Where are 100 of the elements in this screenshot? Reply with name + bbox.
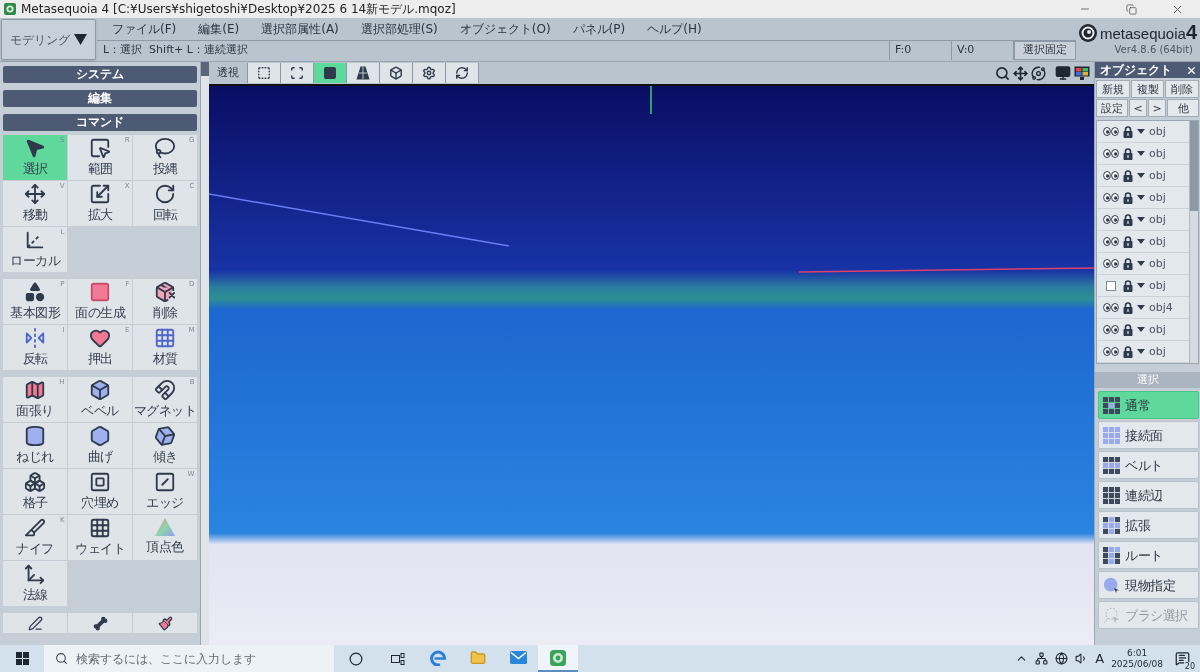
eyes-icon[interactable]: [1103, 303, 1119, 312]
menu-item[interactable]: 選択部属性(A): [252, 21, 348, 37]
selection-mode-button[interactable]: ルート: [1098, 541, 1199, 569]
caret-icon[interactable]: [1137, 327, 1145, 332]
command-tool-button[interactable]: 傾き: [133, 423, 197, 468]
object-name[interactable]: obj: [1149, 147, 1166, 160]
caret-icon[interactable]: [1137, 305, 1145, 310]
command-tool-button[interactable]: 頂点色: [133, 515, 197, 560]
command-tool-button[interactable]: ねじれ: [3, 423, 67, 468]
lock-icon[interactable]: [1123, 345, 1133, 358]
lock-icon[interactable]: [1123, 323, 1133, 336]
mode-dropdown[interactable]: モデリング: [1, 19, 96, 60]
object-name[interactable]: obj: [1149, 213, 1166, 226]
selection-mode-button[interactable]: 拡張: [1098, 511, 1199, 539]
scrollbar-thumb[interactable]: [201, 62, 209, 76]
object-name[interactable]: obj: [1149, 257, 1166, 270]
taskbar-app-button[interactable]: [538, 645, 578, 672]
close-icon[interactable]: [1186, 64, 1197, 76]
lock-icon[interactable]: [1123, 301, 1133, 314]
eyes-icon[interactable]: [1103, 237, 1119, 246]
color-monitor-icon[interactable]: [1074, 66, 1090, 80]
caret-icon[interactable]: [1137, 217, 1145, 222]
lock-icon[interactable]: [1123, 125, 1133, 138]
clock-time[interactable]: 6:01: [1126, 647, 1148, 659]
eyes-icon[interactable]: [1103, 171, 1119, 180]
task-view-icon[interactable]: [391, 652, 405, 665]
section-header[interactable]: システム: [3, 66, 197, 83]
eyes-icon[interactable]: [1103, 215, 1119, 224]
command-tool-button[interactable]: ベベル: [68, 377, 132, 422]
eyes-icon[interactable]: [1103, 193, 1119, 202]
network-icon[interactable]: [1035, 652, 1049, 665]
orbit-icon[interactable]: [1031, 65, 1046, 81]
selection-mode-button[interactable]: 連続辺: [1098, 481, 1199, 509]
view-mode-button[interactable]: [413, 63, 446, 83]
input-mode-indicator[interactable]: A: [1095, 651, 1105, 666]
menu-item[interactable]: ヘルプ(H): [638, 21, 711, 37]
move-arrows-icon[interactable]: [1013, 65, 1028, 81]
clock-date[interactable]: 2025/06/08: [1111, 658, 1163, 670]
circle-icon[interactable]: [349, 651, 363, 666]
object-name[interactable]: obj: [1149, 125, 1166, 138]
viewport-render-placeholder[interactable]: [209, 84, 1094, 645]
command-tool-button[interactable]: ウェイト: [68, 515, 132, 560]
checkbox-icon[interactable]: [1106, 280, 1116, 291]
object-action-button[interactable]: 新規: [1096, 80, 1130, 98]
lock-icon[interactable]: [1123, 147, 1133, 160]
monitor-icon[interactable]: [1055, 65, 1071, 81]
windows-logo-icon[interactable]: [15, 652, 29, 665]
command-tool-button[interactable]: [133, 613, 197, 633]
restore-icon[interactable]: [1125, 3, 1137, 15]
object-action-button[interactable]: 複製: [1130, 80, 1165, 98]
caret-icon[interactable]: [1137, 129, 1145, 134]
search-field[interactable]: 検索するには、ここに入力します: [44, 645, 334, 672]
caret-icon[interactable]: [1137, 195, 1145, 200]
selection-mode-button[interactable]: 通常: [1098, 391, 1199, 419]
eyes-icon[interactable]: [1103, 347, 1119, 356]
lock-icon[interactable]: [1123, 279, 1133, 292]
section-header[interactable]: 編集: [3, 90, 197, 107]
object-action-button[interactable]: 設定: [1096, 99, 1128, 117]
view-mode-button[interactable]: [248, 63, 281, 83]
command-tool-button[interactable]: 曲げ: [68, 423, 132, 468]
object-action-button[interactable]: >: [1148, 99, 1166, 117]
object-name[interactable]: obj4: [1149, 301, 1173, 314]
caret-icon[interactable]: [1137, 349, 1145, 354]
selection-mode-button[interactable]: 接続面: [1098, 421, 1199, 449]
view-mode-button[interactable]: [446, 63, 479, 83]
command-tool-button[interactable]: 法線: [3, 561, 67, 606]
caret-icon[interactable]: [1137, 173, 1145, 178]
command-tool-button[interactable]: [3, 613, 67, 633]
lock-icon[interactable]: [1123, 191, 1133, 204]
view-mode-button[interactable]: [347, 63, 380, 83]
object-action-button[interactable]: <: [1129, 99, 1147, 117]
menu-item[interactable]: 選択部処理(S): [351, 21, 447, 37]
menu-item[interactable]: オブジェクト(O): [450, 21, 560, 37]
perspective-toggle[interactable]: 透視: [209, 63, 247, 83]
section-header[interactable]: コマンド: [3, 114, 197, 131]
object-action-button[interactable]: 削除: [1165, 80, 1199, 98]
command-tool-button[interactable]: 格子: [3, 469, 67, 514]
object-name[interactable]: obj: [1149, 345, 1166, 358]
object-name[interactable]: obj: [1149, 323, 1166, 336]
caret-icon[interactable]: [1137, 261, 1145, 266]
lock-icon[interactable]: [1123, 213, 1133, 226]
object-name[interactable]: obj: [1149, 235, 1166, 248]
lock-icon[interactable]: [1123, 169, 1133, 182]
selection-mode-button[interactable]: ベルト: [1098, 451, 1199, 479]
view-mode-button[interactable]: [380, 63, 413, 83]
view-mode-button[interactable]: [281, 63, 314, 83]
command-tool-button[interactable]: 穴埋め: [68, 469, 132, 514]
menu-item[interactable]: ファイル(F): [103, 21, 186, 37]
selection-mode-button[interactable]: 現物指定: [1098, 571, 1199, 599]
lock-icon[interactable]: [1123, 257, 1133, 270]
globe-icon[interactable]: [1055, 652, 1069, 665]
eyes-icon[interactable]: [1103, 149, 1119, 158]
object-name[interactable]: obj: [1149, 279, 1166, 292]
caret-icon[interactable]: [1137, 283, 1145, 288]
scrollbar-track[interactable]: [200, 62, 209, 645]
magnifier-icon[interactable]: [995, 65, 1010, 81]
view-mode-button[interactable]: [314, 63, 347, 83]
menu-item[interactable]: パネル(P): [563, 21, 635, 37]
lock-icon[interactable]: [1123, 235, 1133, 248]
selection-lock-button[interactable]: 選択固定: [1014, 41, 1076, 60]
